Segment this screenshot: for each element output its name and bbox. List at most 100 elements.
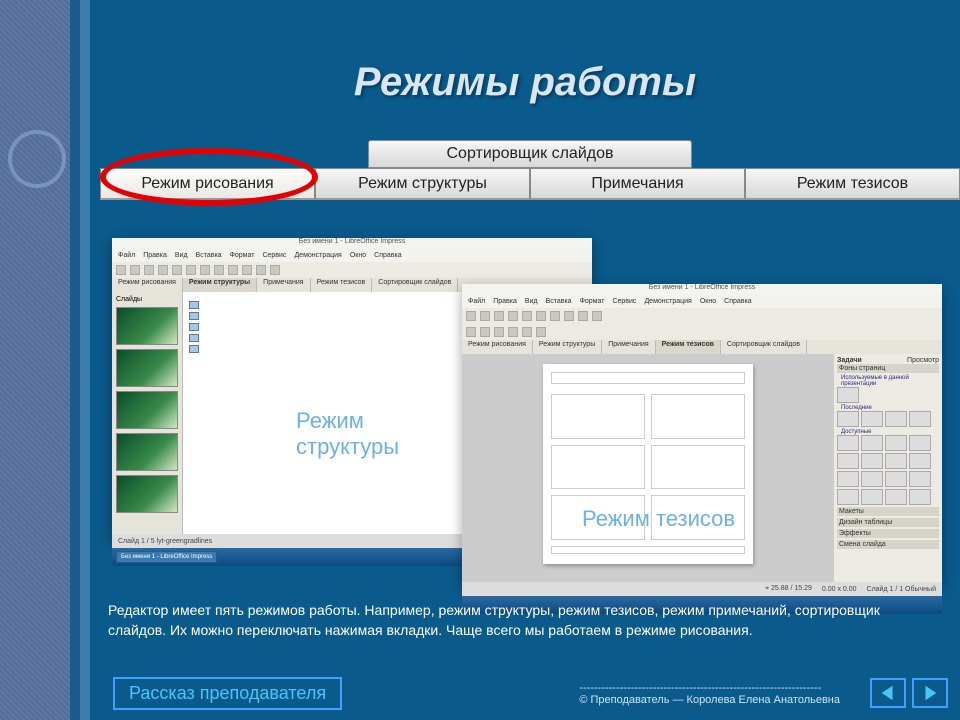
bg-swatch[interactable]	[909, 471, 931, 487]
tasks-section[interactable]: Смена слайда	[837, 540, 939, 549]
toolbar-icon[interactable]	[494, 327, 504, 337]
toolbar-icon[interactable]	[200, 265, 210, 275]
bg-swatch[interactable]	[837, 387, 859, 403]
subtab[interactable]: Примечания	[602, 340, 655, 354]
bg-swatch[interactable]	[861, 453, 883, 469]
menu-item[interactable]: Вставка	[196, 252, 222, 259]
toolbar-icon[interactable]	[480, 327, 490, 337]
toolbar-icon[interactable]	[158, 265, 168, 275]
tasks-section[interactable]: Фоны страниц	[837, 364, 939, 373]
toolbar-icon[interactable]	[522, 311, 532, 321]
bg-swatch[interactable]	[909, 489, 931, 505]
bg-swatch[interactable]	[885, 489, 907, 505]
bg-swatch[interactable]	[837, 453, 859, 469]
toolbar-icon[interactable]	[466, 311, 476, 321]
menu-item[interactable]: Окно	[350, 252, 366, 259]
mode-tabs-area: Сортировщик слайдов Режим рисования Режи…	[100, 140, 960, 200]
subtab[interactable]: Сортировщик слайдов	[721, 340, 807, 354]
toolbar-icon[interactable]	[564, 311, 574, 321]
bg-swatch[interactable]	[837, 471, 859, 487]
bg-swatch[interactable]	[861, 471, 883, 487]
menu-item[interactable]: Формат	[230, 252, 255, 259]
tasks-section[interactable]: Эффекты	[837, 529, 939, 538]
tasks-section[interactable]: Макеты	[837, 507, 939, 516]
toolbar-icon[interactable]	[508, 311, 518, 321]
toolbar-icon[interactable]	[466, 327, 476, 337]
tasks-view[interactable]: Просмотр	[907, 357, 939, 364]
bg-swatch[interactable]	[885, 411, 907, 427]
toolbar-icon[interactable]	[536, 327, 546, 337]
menu-item[interactable]: Справка	[374, 252, 401, 259]
toolbar-icon[interactable]	[130, 265, 140, 275]
menu-item[interactable]: Справка	[724, 298, 751, 305]
subtab[interactable]: Сортировщик слайдов	[372, 278, 458, 292]
toolbar-icon[interactable]	[270, 265, 280, 275]
menu-item[interactable]: Сервис	[612, 298, 636, 305]
tab-slide-sorter[interactable]: Сортировщик слайдов	[368, 140, 692, 168]
subtab[interactable]: Режим тезисов	[311, 278, 373, 292]
subtab-active[interactable]: Режим структуры	[183, 278, 257, 292]
toolbar-icon[interactable]	[508, 327, 518, 337]
prev-slide-button[interactable]	[870, 678, 906, 708]
menu-item[interactable]: Вид	[175, 252, 188, 259]
toolbar-icon[interactable]	[550, 311, 560, 321]
menu-item[interactable]: Формат	[580, 298, 605, 305]
menu-item[interactable]: Вставка	[546, 298, 572, 305]
taskbar-item[interactable]: Без имени 1 - LibreOffice Impress	[116, 551, 217, 563]
menu-item[interactable]: Вид	[525, 298, 538, 305]
menu-item[interactable]: Сервис	[262, 252, 286, 259]
slide-thumb[interactable]	[116, 391, 178, 429]
subtab[interactable]: Режим структуры	[533, 340, 602, 354]
toolbar-icon[interactable]	[256, 265, 266, 275]
slide-thumb[interactable]	[116, 433, 178, 471]
slide-thumb[interactable]	[116, 307, 178, 345]
bg-swatch[interactable]	[861, 411, 883, 427]
subtab[interactable]: Режим рисования	[112, 278, 183, 292]
slide-thumb[interactable]	[116, 349, 178, 387]
tab-handout-mode[interactable]: Режим тезисов	[745, 168, 960, 200]
toolbar-icon[interactable]	[592, 311, 602, 321]
tab-outline-mode[interactable]: Режим структуры	[315, 168, 530, 200]
tab-notes-mode[interactable]: Примечания	[530, 168, 745, 200]
subtab[interactable]: Примечания	[257, 278, 310, 292]
menu-item[interactable]: Правка	[143, 252, 167, 259]
toolbar-icon[interactable]	[494, 311, 504, 321]
bg-swatch[interactable]	[909, 453, 931, 469]
toolbar-icon[interactable]	[214, 265, 224, 275]
toolbar-icon[interactable]	[172, 265, 182, 275]
bg-swatch[interactable]	[885, 435, 907, 451]
menu-item[interactable]: Демонстрация	[294, 252, 341, 259]
bg-swatch[interactable]	[861, 435, 883, 451]
toolbar-icon[interactable]	[522, 327, 532, 337]
toolbar-icon[interactable]	[116, 265, 126, 275]
bg-swatch[interactable]	[837, 489, 859, 505]
slide-thumb[interactable]	[116, 475, 178, 513]
menu-item[interactable]: Файл	[468, 298, 485, 305]
menu-item[interactable]: Демонстрация	[644, 298, 691, 305]
subtab-active[interactable]: Режим тезисов	[656, 340, 721, 354]
bg-swatch[interactable]	[837, 435, 859, 451]
bg-swatch[interactable]	[909, 411, 931, 427]
handout-page[interactable]	[543, 364, 753, 564]
bg-swatch[interactable]	[861, 489, 883, 505]
bg-swatch[interactable]	[909, 435, 931, 451]
menu-item[interactable]: Окно	[700, 298, 716, 305]
footer-badge: Рассказ преподавателя	[113, 677, 342, 710]
toolbar-icon[interactable]	[186, 265, 196, 275]
menu-item[interactable]: Правка	[493, 298, 517, 305]
toolbar-icon[interactable]	[480, 311, 490, 321]
toolbar-icon[interactable]	[578, 311, 588, 321]
menu-item[interactable]: Файл	[118, 252, 135, 259]
shot2-subtabs: Режим рисования Режим структуры Примечан…	[462, 340, 942, 354]
subtab[interactable]: Режим рисования	[462, 340, 533, 354]
toolbar-icon[interactable]	[228, 265, 238, 275]
toolbar-icon[interactable]	[536, 311, 546, 321]
tasks-panel: ЗадачиПросмотр Фоны страниц Используемые…	[834, 354, 942, 582]
toolbar-icon[interactable]	[144, 265, 154, 275]
tasks-section[interactable]: Дизайн таблицы	[837, 518, 939, 527]
bg-swatch[interactable]	[885, 471, 907, 487]
next-slide-button[interactable]	[912, 678, 948, 708]
bg-swatch[interactable]	[885, 453, 907, 469]
bg-swatch[interactable]	[837, 411, 859, 427]
toolbar-icon[interactable]	[242, 265, 252, 275]
